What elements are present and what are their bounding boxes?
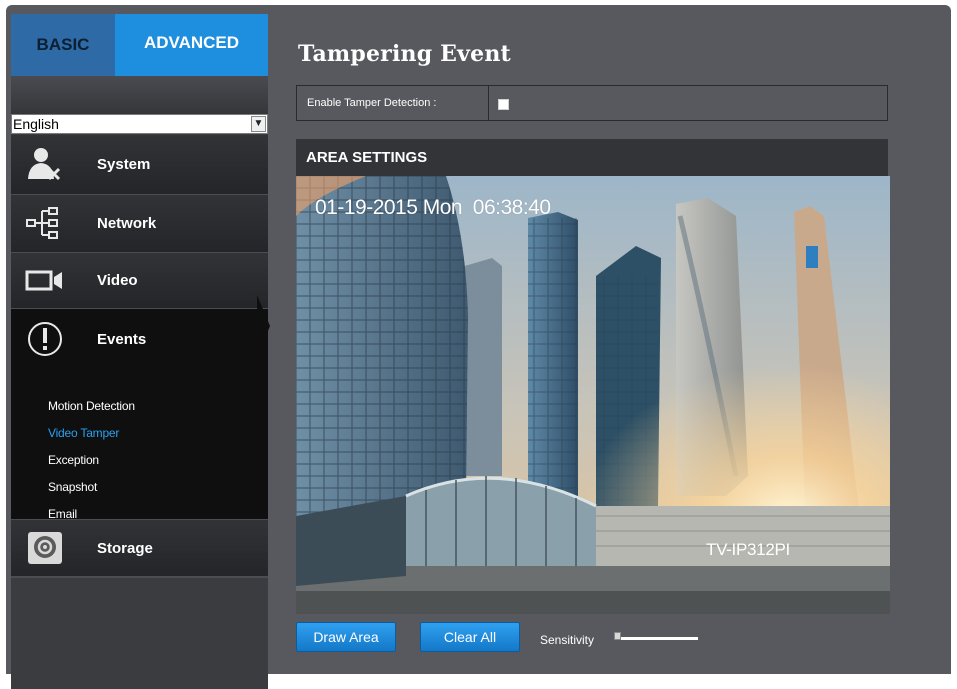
nav-label-storage: Storage xyxy=(97,540,153,557)
clear-all-button[interactable]: Clear All xyxy=(420,622,520,652)
language-select[interactable]: English ▼ xyxy=(11,114,268,134)
sensitivity-slider-track[interactable] xyxy=(616,637,698,640)
tab-basic[interactable]: BASIC xyxy=(11,14,115,76)
sensitivity-slider-thumb[interactable] xyxy=(614,632,621,640)
sensitivity-label: Sensitivity xyxy=(540,633,595,647)
nav-item-system[interactable]: System xyxy=(11,135,268,195)
area-settings-header: AREA SETTINGS xyxy=(296,139,888,176)
sidebar: BASIC ADVANCED English ▼ System Network xyxy=(11,14,268,689)
page-title: Tampering Event xyxy=(298,41,511,67)
nav-label-network: Network xyxy=(97,215,157,232)
osd-device-name: TV-IP312PI xyxy=(706,540,790,559)
draw-area-button[interactable]: Draw Area xyxy=(296,622,396,652)
submenu-item-exception[interactable]: Exception xyxy=(48,453,99,467)
tab-advanced[interactable]: ADVANCED xyxy=(115,14,268,76)
nav-item-video[interactable]: Video xyxy=(11,253,268,309)
network-tree-icon xyxy=(26,207,58,239)
enable-tamper-row: Enable Tamper Detection : xyxy=(296,85,888,121)
nav-label-video: Video xyxy=(97,272,138,289)
nav-item-events[interactable]: Events xyxy=(11,309,268,371)
nav-item-network[interactable]: Network xyxy=(11,195,268,253)
nav-item-storage[interactable]: Storage xyxy=(11,519,268,577)
chevron-down-icon[interactable]: ▼ xyxy=(251,116,266,132)
active-nav-pointer xyxy=(257,295,270,357)
camera-preview[interactable]: 01-19-2015 Mon 06:38:40 TV-IP312PI xyxy=(296,176,890,614)
camera-scene-image xyxy=(296,176,890,614)
language-select-value: English xyxy=(13,116,59,132)
nav-label-system: System xyxy=(97,156,151,173)
enable-tamper-checkbox[interactable] xyxy=(498,99,509,110)
enable-tamper-label: Enable Tamper Detection : xyxy=(297,86,489,120)
storage-disk-icon xyxy=(28,532,62,564)
sidebar-footer xyxy=(11,577,268,689)
sidebar-header-strip xyxy=(11,76,268,114)
submenu-item-snapshot[interactable]: Snapshot xyxy=(48,480,97,494)
submenu-item-motion-detection[interactable]: Motion Detection xyxy=(48,399,135,413)
submenu-item-video-tamper[interactable]: Video Tamper xyxy=(48,426,119,440)
events-submenu: Motion Detection Video Tamper Exception … xyxy=(11,371,268,521)
video-camera-icon xyxy=(25,270,62,291)
alert-exclamation-icon xyxy=(28,322,62,356)
osd-timestamp: 01-19-2015 Mon 06:38:40 xyxy=(315,196,551,219)
system-user-icon xyxy=(28,148,61,181)
nav-label-events: Events xyxy=(97,331,147,348)
